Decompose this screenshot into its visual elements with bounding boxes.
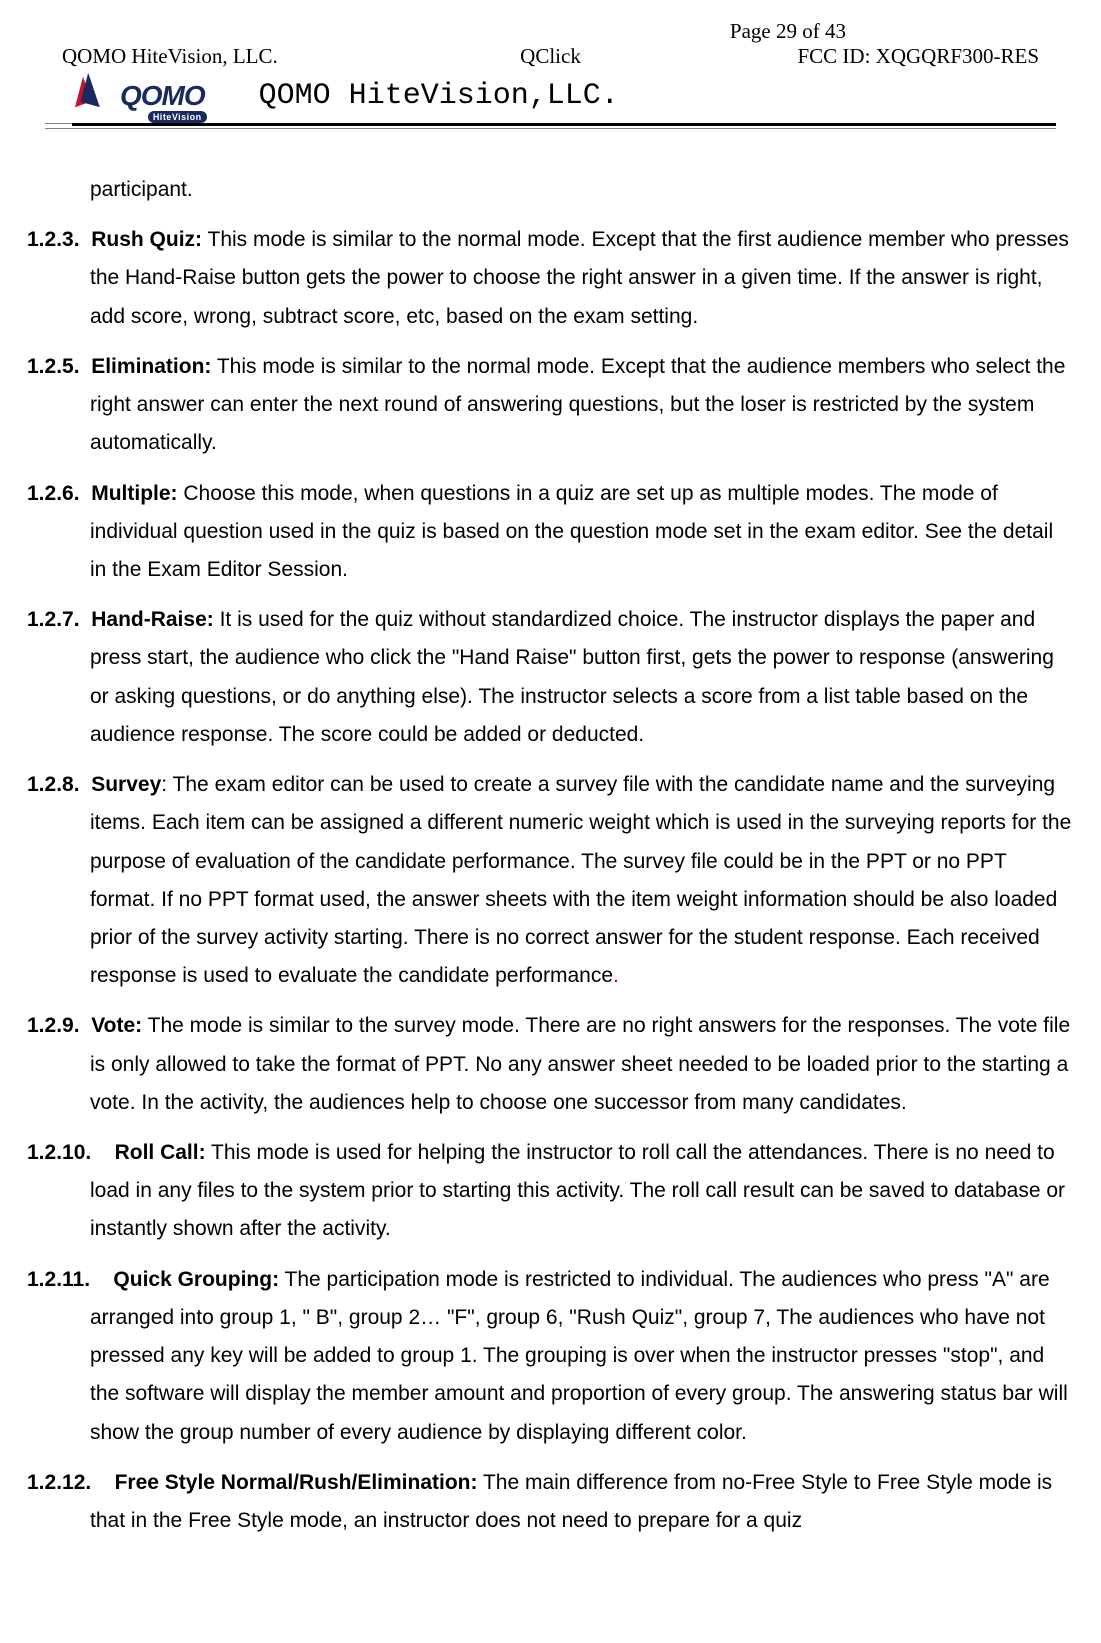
section-body: This mode is similar to the normal mode.… (90, 228, 1069, 327)
section-multiple: 1.2.6. Multiple: Choose this mode, when … (27, 475, 1074, 590)
section-number: 1.2.7. (27, 608, 80, 631)
section-number: 1.2.9. (27, 1014, 80, 1037)
page-number: Page 29 of 43 (730, 19, 846, 44)
section-title: Roll Call: (115, 1141, 206, 1164)
document-header: QOMO HiteVision, LLC. QClick FCC ID: XQG… (0, 0, 1101, 69)
section-vote: 1.2.9. Vote: The mode is similar to the … (27, 1007, 1074, 1122)
section-roll-call: 1.2.10. Roll Call: This mode is used for… (27, 1134, 1074, 1249)
section-body: The participation mode is restricted to … (90, 1268, 1068, 1444)
section-number: 1.2.10. (27, 1141, 91, 1164)
header-company: QOMO HiteVision, LLC. (62, 44, 388, 69)
qomo-logo: QOMO HiteVision (70, 75, 205, 117)
section-title: Rush Quiz: (91, 228, 202, 251)
section-title: Free Style Normal/Rush/Elimination: (115, 1471, 478, 1494)
section-number: 1.2.8. (27, 773, 80, 796)
section-red-period: . (613, 964, 619, 987)
section-body: It is used for the quiz without standard… (90, 608, 1054, 746)
section-body: Choose this mode, when questions in a qu… (90, 482, 1053, 581)
logo-main-text: QOMO HiteVision (120, 80, 205, 112)
section-body: This mode is similar to the normal mode.… (90, 355, 1065, 454)
logo-row: QOMO HiteVision QOMO HiteVision,LLC. (0, 69, 1101, 117)
section-hand-raise: 1.2.7. Hand-Raise: It is used for the qu… (27, 601, 1074, 754)
section-title: Elimination: (91, 355, 211, 378)
header-product: QClick (388, 44, 714, 69)
company-title: QOMO HiteVision,LLC. (259, 79, 619, 113)
section-title: Hand-Raise: (91, 608, 214, 631)
header-fcc-id: FCC ID: XQGQRF300-RES (713, 44, 1039, 69)
section-rush-quiz: 1.2.3. Rush Quiz: This mode is similar t… (27, 221, 1074, 336)
section-free-style: 1.2.12. Free Style Normal/Rush/Eliminati… (27, 1464, 1074, 1540)
section-title: Quick Grouping: (113, 1268, 279, 1291)
continuation-line: participant. (27, 171, 1074, 209)
section-title: Survey (91, 773, 161, 796)
logo-arrows-icon (70, 75, 116, 117)
section-quick-grouping: 1.2.11. Quick Grouping: The participatio… (27, 1261, 1074, 1452)
section-number: 1.2.5. (27, 355, 80, 378)
section-title: Vote: (91, 1014, 142, 1037)
section-title: Multiple: (91, 482, 177, 505)
section-survey: 1.2.8. Survey: The exam editor can be us… (27, 766, 1074, 995)
logo-sub-text: HiteVision (148, 111, 207, 123)
section-number: 1.2.3. (27, 228, 80, 251)
section-number: 1.2.12. (27, 1471, 91, 1494)
section-body: : The exam editor can be used to create … (90, 773, 1071, 987)
header-rule (45, 123, 1056, 129)
section-elimination: 1.2.5. Elimination: This mode is similar… (27, 348, 1074, 463)
section-body: This mode is used for helping the instru… (90, 1141, 1065, 1240)
section-number: 1.2.6. (27, 482, 80, 505)
document-body: participant. 1.2.3. Rush Quiz: This mode… (0, 129, 1101, 1540)
section-body: The mode is similar to the survey mode. … (90, 1014, 1070, 1113)
section-number: 1.2.11. (27, 1268, 90, 1291)
